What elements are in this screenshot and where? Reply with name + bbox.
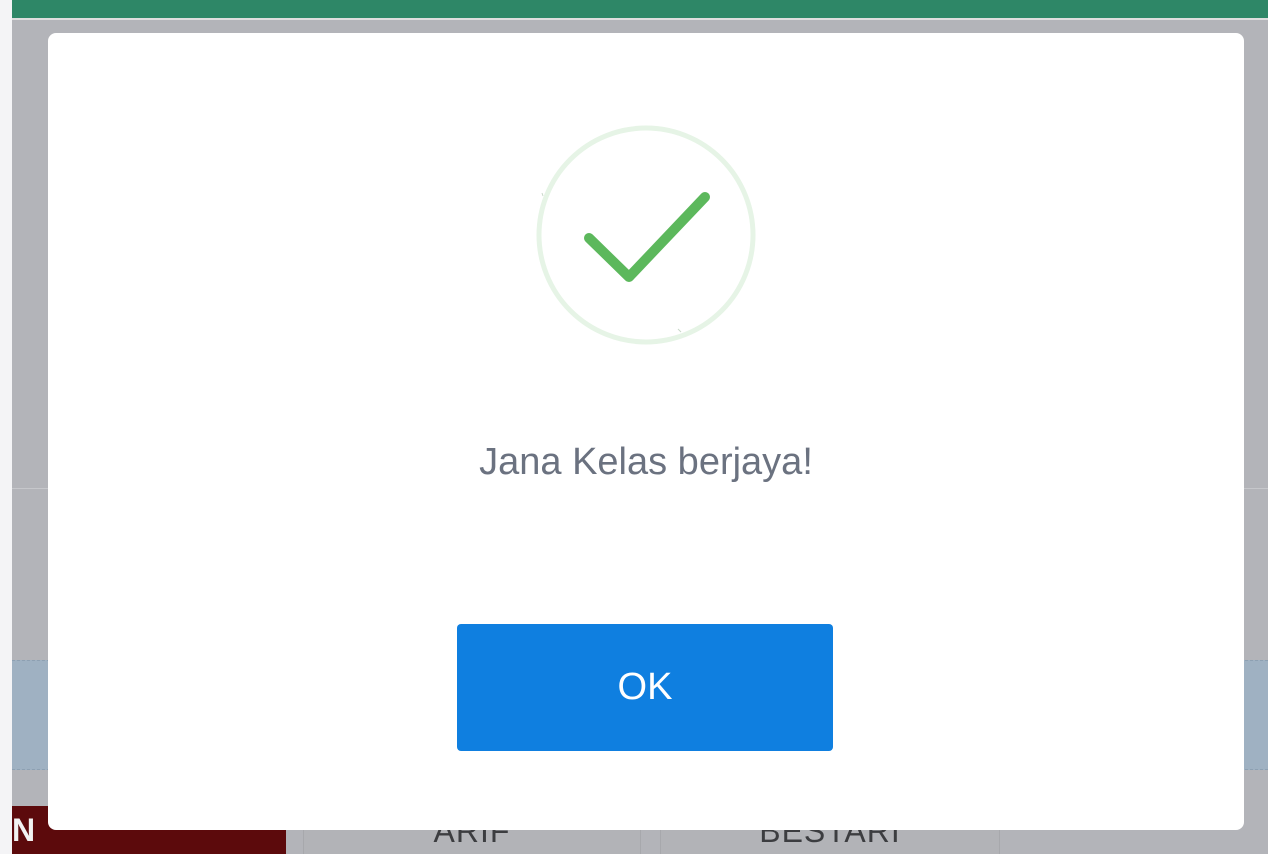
dialog-message: Jana Kelas berjaya! — [479, 441, 813, 483]
success-dialog: Jana Kelas berjaya! OK — [48, 33, 1244, 830]
page: N ARIF BESTARI Jana Kelas berjaya! OK — [0, 0, 1268, 854]
ok-button[interactable]: OK — [457, 624, 833, 751]
left-edge — [0, 0, 12, 854]
top-header-bar — [12, 0, 1268, 20]
success-check-icon — [536, 125, 756, 345]
